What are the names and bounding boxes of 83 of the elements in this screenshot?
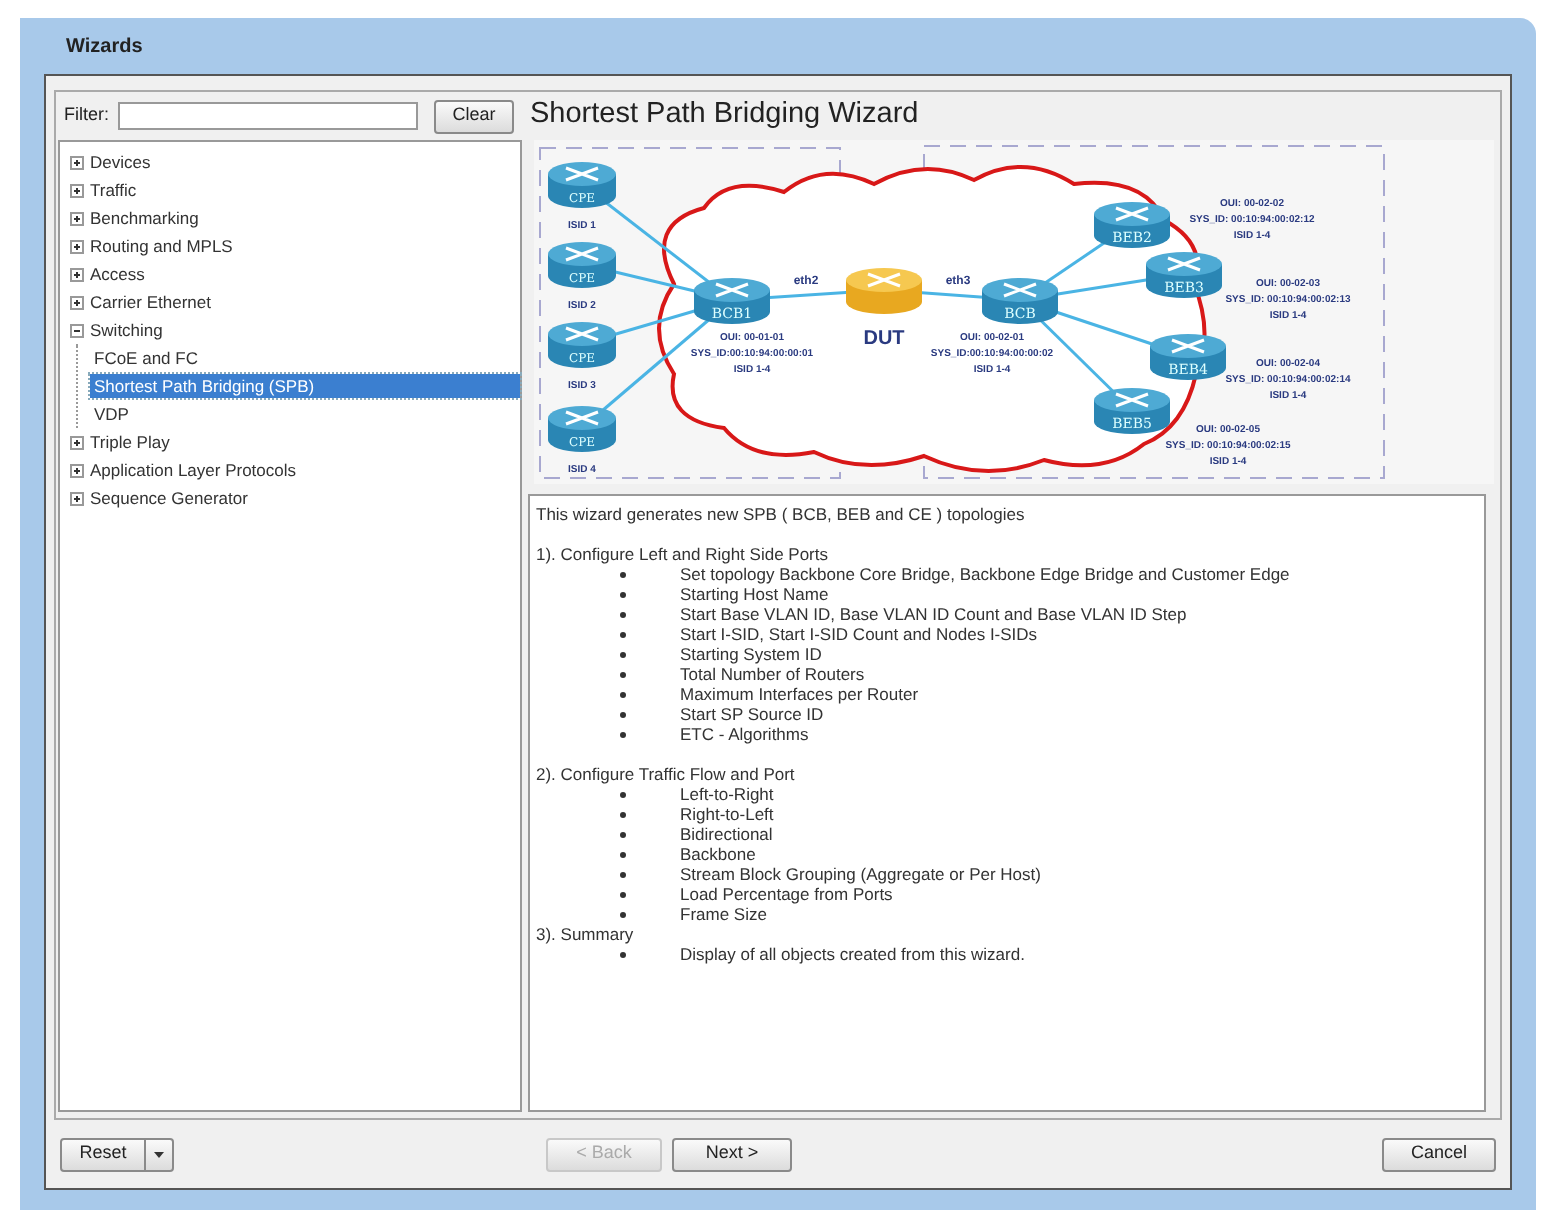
router-icon [982,278,1058,324]
bullet-icon [620,792,626,798]
tree-item[interactable]: Carrier Ethernet [88,289,213,315]
bullet-text: Start I-SID, Start I-SID Count and Nodes I-SIDs [680,624,1038,644]
router-icon [548,162,616,208]
router-icon [1150,334,1226,380]
router-icon [694,278,770,324]
router-icon [1146,252,1222,298]
tree-item[interactable]: Benchmarking [88,205,201,231]
tree-item[interactable]: Access [88,261,147,287]
bullet-icon [620,872,626,878]
bullet-text: Load Percentage from Ports [680,884,893,904]
expand-icon[interactable] [70,183,84,197]
bullet-text: Display of all objects created from this wizard. [680,944,1025,964]
expand-icon[interactable] [70,211,84,225]
bullet-icon [620,852,626,858]
tree-item[interactable]: Triple Play [88,429,172,455]
bullet-icon [620,812,626,818]
section-heading: 2). Configure Traffic Flow and Port [536,764,797,784]
section-heading: 3). Summary [536,924,636,944]
node-info-text: DUT [863,328,905,350]
expand-icon[interactable] [70,491,84,505]
description-text: This wizard generates new SPB ( BCB, BEB and CE ) topologies [536,504,1027,524]
section-heading: 1). Configure Left and Right Side Ports [536,544,830,564]
bullet-icon [620,892,626,898]
bullet-text: Maximum Interfaces per Router [680,684,919,704]
expand-icon[interactable] [70,295,84,309]
bullet-text: Start Base VLAN ID, Base VLAN ID Count and Base VLAN ID Step [680,604,1187,624]
router-icon [846,268,922,314]
router-icon [1094,202,1170,248]
bullet-icon [620,632,626,638]
filter-field[interactable] [117,102,417,130]
bullet-text: Frame Size [680,904,767,924]
bullet-icon [620,612,626,618]
bullet-text: Total Number of Routers [680,664,865,684]
expand-icon[interactable] [70,155,84,169]
tree-item[interactable]: Sequence Generator [88,485,250,511]
bullet-icon [620,952,626,958]
bullet-icon [620,592,626,598]
expand-icon[interactable] [70,267,84,281]
bullet-icon [620,672,626,678]
bullet-text: Bidirectional [680,824,773,844]
expand-icon[interactable] [70,463,84,477]
tree-item[interactable]: FCoE and FC [90,345,202,371]
router-icon [548,242,616,288]
window-title: Wizards [66,33,143,61]
wizard-title: Shortest Path Bridging Wizard [530,96,919,135]
cancel-button[interactable]: Cancel [1382,1137,1496,1171]
bullet-text: Left-to-Right [680,784,774,804]
bullet-text: ETC - Algorithms [680,724,809,744]
expand-icon[interactable] [70,435,84,449]
bullet-text: Right-to-Left [680,804,774,824]
clear-button[interactable]: Clear [434,99,514,133]
bullet-text: Start SP Source ID [680,704,824,724]
router-icon [548,322,616,368]
bullet-icon [620,692,626,698]
tree-item[interactable]: Switching [88,317,165,343]
bullet-icon [620,652,626,658]
bullet-text: Set topology Backbone Core Bridge, Backbone Edge Bridge and Customer Edge [680,564,1290,584]
bullet-icon [620,832,626,838]
bullet-icon [620,712,626,718]
caret-icon [154,1151,164,1157]
expand-icon[interactable] [70,239,84,253]
tree-item[interactable]: Application Layer Protocols [88,457,299,483]
tree-item[interactable]: Routing and MPLS [88,233,235,259]
bullet-text: Backbone [680,844,756,864]
bullet-text: Starting System ID [680,644,822,664]
bullet-text: Starting Host Name [680,584,829,604]
router-icon [548,406,616,452]
router-icon [1094,388,1170,434]
tree-item[interactable]: VDP [90,401,133,427]
tree-item[interactable]: Traffic [88,177,139,203]
tree-item[interactable]: Shortest Path Bridging (SPB) [90,373,520,399]
filter-label: Filter: [64,102,109,129]
reset-button[interactable]: Reset [60,1137,146,1171]
bullet-icon [620,912,626,918]
reset-dropdown-button[interactable] [146,1137,174,1171]
bullet-icon [620,572,626,578]
bullet-text: Stream Block Grouping (Aggregate or Per Host) [680,864,1041,884]
collapse-icon[interactable] [70,323,84,337]
next-button[interactable]: Next > [672,1137,792,1171]
bullet-icon [620,732,626,738]
tree-item[interactable]: Devices [88,149,153,175]
